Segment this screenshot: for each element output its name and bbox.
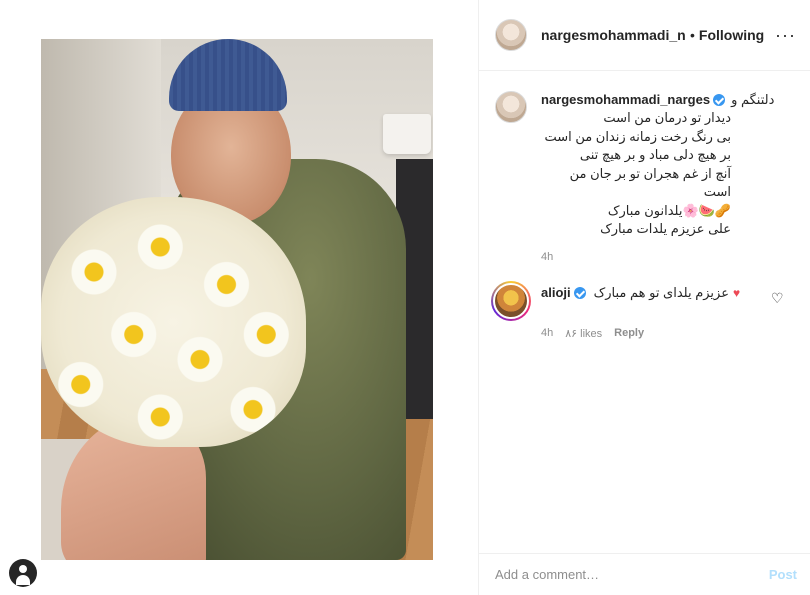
author-username[interactable]: nargesmohammadi_nai <box>541 27 686 43</box>
verified-badge-icon <box>573 286 586 299</box>
following-button[interactable]: Following <box>699 27 764 43</box>
reply-timestamp[interactable]: 4h <box>541 327 553 340</box>
caption-first-line: دلتنگم و <box>731 92 775 107</box>
caption-line: دیدار تو درمان من است <box>603 110 731 125</box>
reply-likes-count[interactable]: ۸۶ likes <box>565 327 602 340</box>
reply-button[interactable]: Reply <box>614 327 644 340</box>
caption-line: بی رنگ رخت زمانه زندان من است <box>544 128 731 144</box>
verified-badge-icon <box>713 94 726 106</box>
caption-comment: nargesmohammadi_narges دلتنگم و دیدار تو… <box>479 71 810 263</box>
tagged-user-icon[interactable] <box>9 559 37 587</box>
reply-author-avatar[interactable] <box>491 280 531 321</box>
caption-line: آنچ از غم هجران تو بر جان من است <box>569 165 731 200</box>
photo-flower-bouquet <box>41 197 306 447</box>
reply-text: عزیزم یلدای تو هم مبارک <box>593 284 729 300</box>
comment-composer: Post <box>479 553 810 595</box>
reply-heading: alioji عزیزم یلدای تو هم مبارک ♥ <box>541 281 771 305</box>
caption-line: 🥜🍉🌸یلدانون مبارک <box>607 202 731 218</box>
reply-comment: alioji عزیزم یلدای تو هم مبارک ♥ 4h ۸۶ l… <box>479 280 810 340</box>
heart-emoji-icon: ♥ <box>732 285 741 300</box>
caption-heading: nargesmohammadi_narges دلتنگم و <box>541 91 791 109</box>
caption-body: nargesmohammadi_narges دلتنگم و دیدار تو… <box>541 91 791 263</box>
photo-lamp <box>383 114 431 154</box>
author-avatar[interactable] <box>495 19 527 51</box>
caption-line: علی عزیزم یلدات مبارک <box>600 221 731 236</box>
post-comment-button[interactable]: Post <box>769 567 797 582</box>
photo-person-beanie <box>169 39 287 111</box>
like-heart-icon[interactable]: ♡ <box>771 291 785 305</box>
post-header: nargesmohammadi_nai • Following ··· <box>479 0 810 71</box>
more-horizontal-icon[interactable]: ··· <box>775 26 796 44</box>
comments-list[interactable]: nargesmohammadi_narges دلتنگم و دیدار تو… <box>479 71 810 347</box>
reply-username[interactable]: alioji <box>541 285 571 300</box>
caption-line: بر هیچ دلی مباد و بر هیچ تنی <box>579 147 731 162</box>
post-photo[interactable] <box>41 39 433 560</box>
post-media-pane <box>0 0 478 595</box>
caption-timestamp[interactable]: 4h <box>541 251 791 263</box>
reply-meta: 4h ۸۶ likes Reply <box>541 327 771 340</box>
caption-text: دیدار تو درمان من است بی رنگ رخت زمانه ز… <box>541 109 731 239</box>
comment-input[interactable] <box>495 567 769 582</box>
header-separator: • <box>690 27 695 43</box>
reply-body: alioji عزیزم یلدای تو هم مبارک ♥ 4h ۸۶ l… <box>541 281 771 340</box>
caption-username[interactable]: nargesmohammadi_narges <box>541 91 710 109</box>
caption-author-avatar[interactable] <box>495 91 527 123</box>
post-sidebar: nargesmohammadi_nai • Following ··· narg… <box>478 0 810 595</box>
